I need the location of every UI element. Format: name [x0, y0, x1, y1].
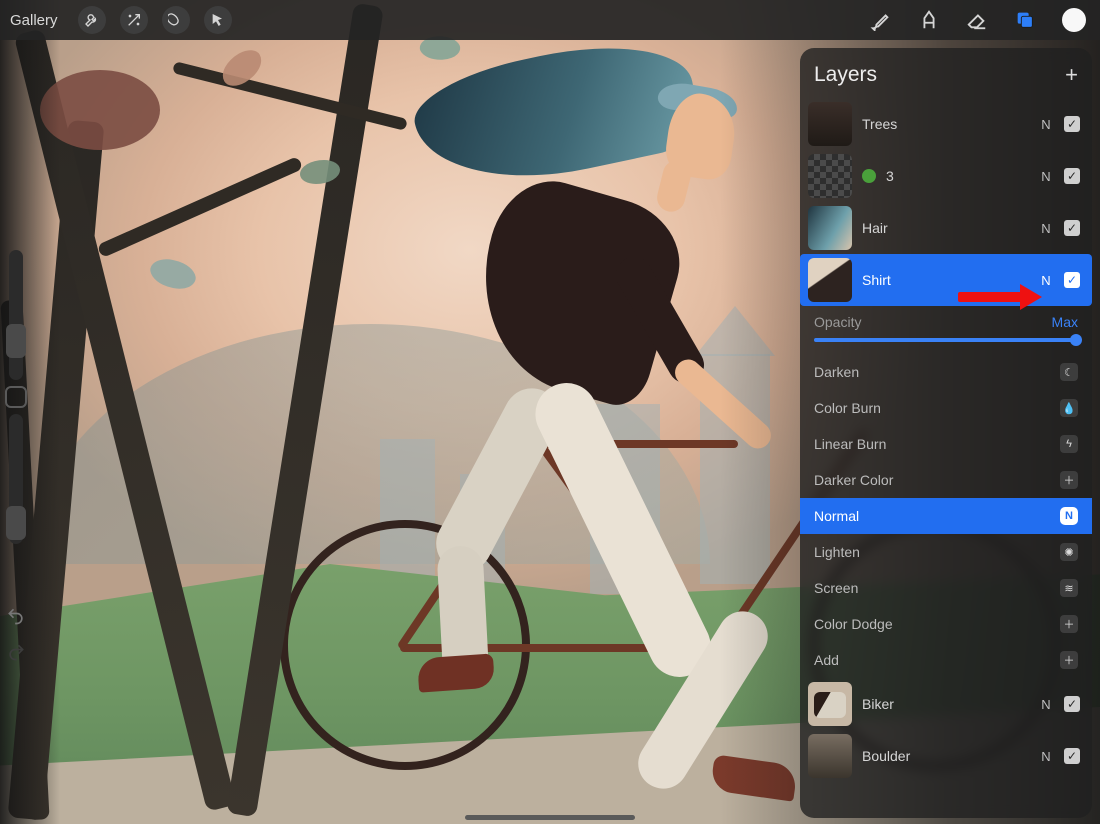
layer-visible-checkbox[interactable]: ✓	[1064, 116, 1080, 132]
layer-visible-checkbox[interactable]: ✓	[1064, 696, 1080, 712]
blend-mode-add[interactable]: Add ＋	[800, 642, 1092, 678]
blend-mode-label: Screen	[814, 580, 858, 596]
blend-mode-normal[interactable]: Normal N	[800, 498, 1092, 534]
layer-row-boulder[interactable]: Boulder N ✓	[800, 730, 1092, 782]
modifier-button[interactable]	[5, 386, 27, 408]
layer-blend-indicator[interactable]: N	[1038, 749, 1054, 764]
blend-mode-darken[interactable]: Darken ☾	[800, 354, 1092, 390]
wand-icon[interactable]	[120, 6, 148, 34]
opacity-label: Opacity	[814, 314, 861, 330]
layer-thumb	[808, 102, 852, 146]
layer-name: Biker	[862, 696, 1028, 712]
layer-thumb	[808, 206, 852, 250]
opacity-row: Opacity Max	[800, 306, 1092, 332]
blend-mode-label: Linear Burn	[814, 436, 886, 452]
wrench-icon[interactable]	[78, 6, 106, 34]
brush-opacity-slider[interactable]	[9, 414, 23, 544]
layer-visible-checkbox[interactable]: ✓	[1064, 748, 1080, 764]
blend-mode-label: Darken	[814, 364, 859, 380]
gallery-button[interactable]: Gallery	[10, 12, 64, 29]
layer-visible-checkbox[interactable]: ✓	[1064, 220, 1080, 236]
flame-icon: ϟ	[1060, 435, 1078, 453]
blend-mode-color-burn[interactable]: Color Burn 💧	[800, 390, 1092, 426]
redo-button[interactable]	[6, 642, 26, 662]
smudge-icon[interactable]	[918, 9, 940, 31]
sun-icon: ✺	[1060, 543, 1078, 561]
blend-mode-color-dodge[interactable]: Color Dodge ＋	[800, 606, 1092, 642]
layer-blend-indicator[interactable]: N	[1038, 117, 1054, 132]
home-indicator	[465, 815, 635, 820]
layer-thumb	[808, 154, 852, 198]
layers-panel: Layers + Trees N ✓ 3 N ✓ Hair N ✓ Shirt …	[800, 48, 1092, 818]
group-dot-icon	[862, 169, 876, 183]
add-layer-button[interactable]: +	[1065, 62, 1078, 88]
pointer-icon[interactable]	[204, 6, 232, 34]
left-sidebar	[2, 250, 30, 662]
layers-panel-title: Layers	[814, 63, 877, 87]
brush-icon[interactable]	[870, 9, 892, 31]
layer-row-hair[interactable]: Hair N ✓	[800, 202, 1092, 254]
select-icon[interactable]	[162, 6, 190, 34]
lines-icon: ≋	[1060, 579, 1078, 597]
plus-circle-icon: ＋	[1060, 615, 1078, 633]
layer-name: Shirt	[862, 272, 1028, 288]
blend-mode-linear-burn[interactable]: Linear Burn ϟ	[800, 426, 1092, 462]
opacity-value: Max	[1052, 314, 1078, 330]
blend-mode-label: Normal	[814, 508, 859, 524]
blend-mode-screen[interactable]: Screen ≋	[800, 570, 1092, 606]
color-swatch[interactable]	[1062, 8, 1086, 32]
layers-icon[interactable]	[1014, 9, 1036, 31]
layer-row-biker[interactable]: Biker N ✓	[800, 678, 1092, 730]
blend-mode-label: Color Burn	[814, 400, 881, 416]
layer-row-shirt[interactable]: Shirt N ✓	[800, 254, 1092, 306]
layer-blend-indicator[interactable]: N	[1038, 697, 1054, 712]
layer-thumb	[808, 734, 852, 778]
layer-name: Boulder	[862, 748, 1028, 764]
layer-name: Trees	[862, 116, 1028, 132]
moon-icon: ☾	[1060, 363, 1078, 381]
blend-mode-label: Darker Color	[814, 472, 893, 488]
blend-mode-lighten[interactable]: Lighten ✺	[800, 534, 1092, 570]
layer-name: Hair	[862, 220, 1028, 236]
undo-button[interactable]	[6, 606, 26, 626]
blend-mode-label: Add	[814, 652, 839, 668]
layer-visible-checkbox[interactable]: ✓	[1064, 168, 1080, 184]
blend-mode-label: Color Dodge	[814, 616, 893, 632]
layer-thumb	[808, 258, 852, 302]
brush-size-slider[interactable]	[9, 250, 23, 380]
layer-thumb	[808, 682, 852, 726]
selected-layer-blend-indicator[interactable]: N	[1038, 273, 1054, 288]
drop-icon: 💧	[1060, 399, 1078, 417]
plus-square-icon: ＋	[1060, 651, 1078, 669]
blend-mode-darker-color[interactable]: Darker Color ＋	[800, 462, 1092, 498]
layer-row-trees[interactable]: Trees N ✓	[800, 98, 1092, 150]
layer-row-group-3[interactable]: 3 N ✓	[800, 150, 1092, 202]
plus-circle-icon: ＋	[1060, 471, 1078, 489]
layer-blend-indicator[interactable]: N	[1038, 221, 1054, 236]
opacity-slider[interactable]	[814, 338, 1078, 342]
n-badge-icon: N	[1060, 507, 1078, 525]
layer-name: 3	[886, 168, 1028, 184]
eraser-icon[interactable]	[966, 9, 988, 31]
blend-mode-label: Lighten	[814, 544, 860, 560]
layer-visible-checkbox[interactable]: ✓	[1064, 272, 1080, 288]
top-toolbar: Gallery	[0, 0, 1100, 40]
layer-blend-indicator[interactable]: N	[1038, 169, 1054, 184]
